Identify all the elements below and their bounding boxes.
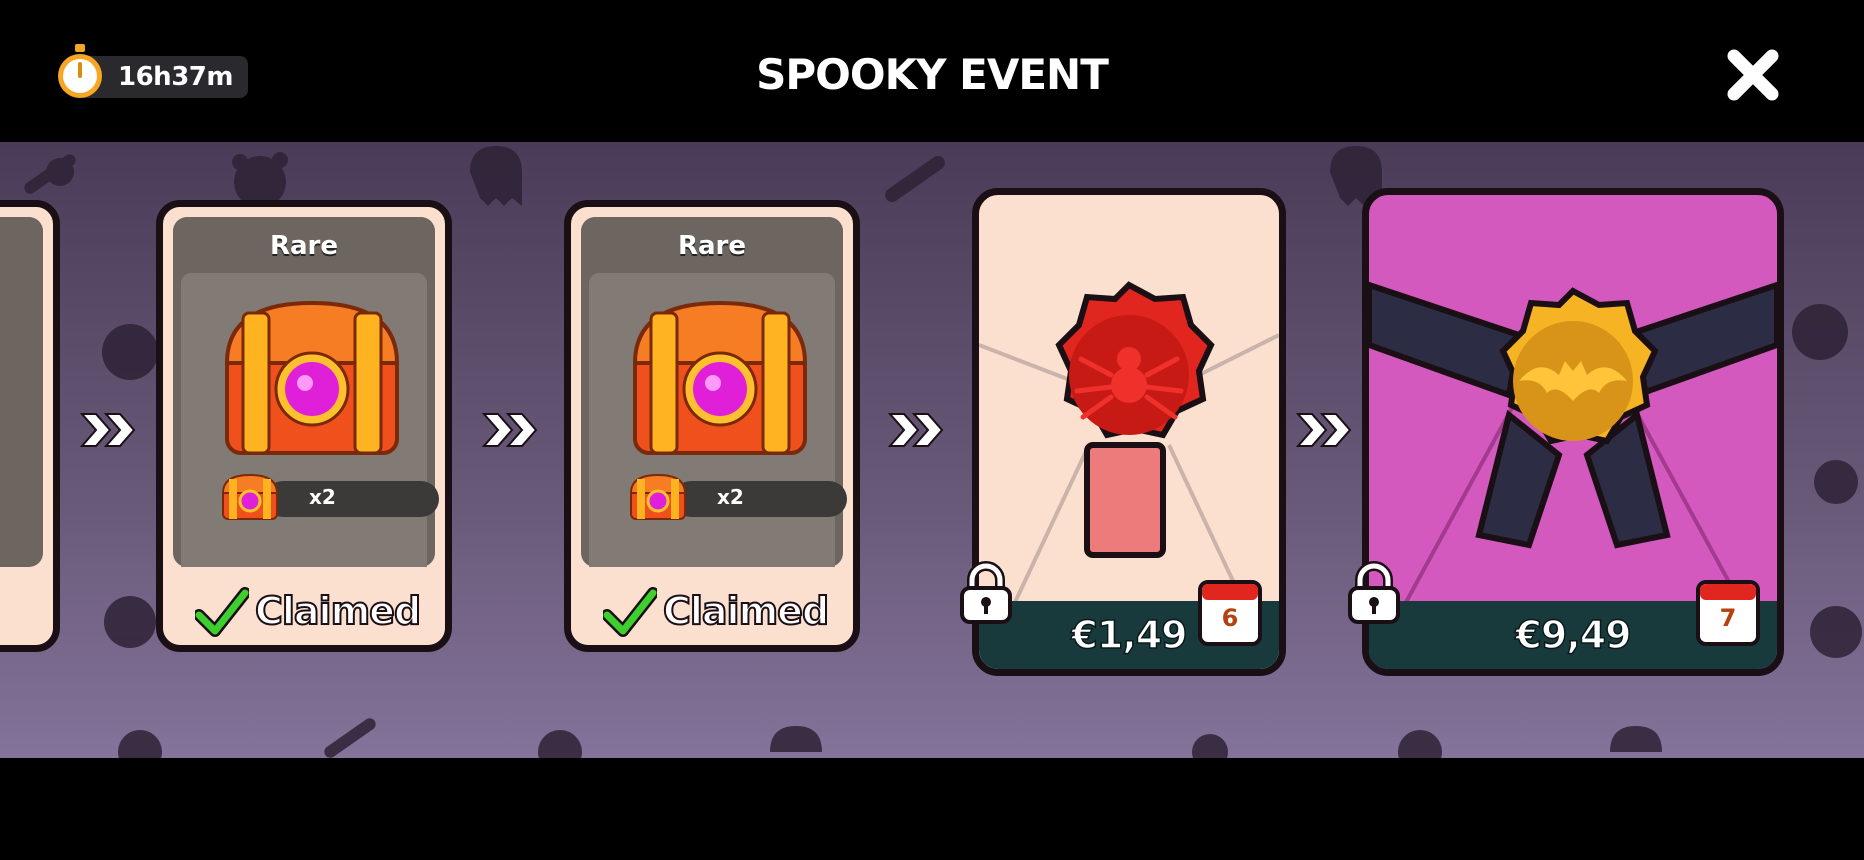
next-arrows-icon [482, 413, 538, 447]
chest-icon [224, 300, 400, 455]
quantity-pill [265, 481, 439, 517]
quantity-text: x2 [309, 485, 336, 509]
next-arrows-icon [80, 413, 136, 447]
quantity-pill [673, 481, 847, 517]
reward-card-2[interactable]: Rare x2 Claimed [564, 200, 860, 652]
spider-wax-seal-icon [979, 281, 1279, 615]
reward-card-1[interactable]: Rare x2 Claimed [156, 200, 452, 652]
next-arrows-icon [1296, 413, 1352, 447]
checkmark-icon [195, 587, 249, 637]
chest-icon [221, 473, 279, 520]
top-bar: 16h37m SPOOKY EVENT [0, 0, 1864, 142]
chest-icon [629, 473, 687, 520]
checkmark-icon [603, 587, 657, 637]
claimed-text: Claimed [662, 588, 830, 634]
page-title: SPOOKY EVENT [756, 50, 1109, 99]
lock-icon [1348, 561, 1400, 624]
quantity-text: x2 [717, 485, 744, 509]
rarity-label: Rare [269, 231, 339, 261]
card-inner [0, 217, 43, 567]
rarity-label: Rare [677, 231, 747, 261]
close-icon[interactable] [1724, 46, 1782, 104]
day-number: 7 [1719, 604, 1737, 632]
chest-panel: x2 [181, 273, 439, 567]
event-track[interactable]: Rare x2 Claimed Rare x2 Claimed €1,49 6 … [0, 142, 1864, 758]
lock-icon [960, 561, 1012, 624]
chest-icon [632, 300, 808, 455]
chest-panel: x2 [589, 273, 847, 567]
bat-wax-seal-icon [1369, 281, 1777, 615]
reward-card-previous[interactable] [0, 200, 60, 652]
next-arrows-icon [888, 413, 944, 447]
claimed-text: Claimed [254, 588, 422, 634]
card-inner: Rare x2 [581, 217, 847, 567]
card-inner: Rare x2 [173, 217, 439, 567]
day-number: 6 [1221, 604, 1239, 632]
